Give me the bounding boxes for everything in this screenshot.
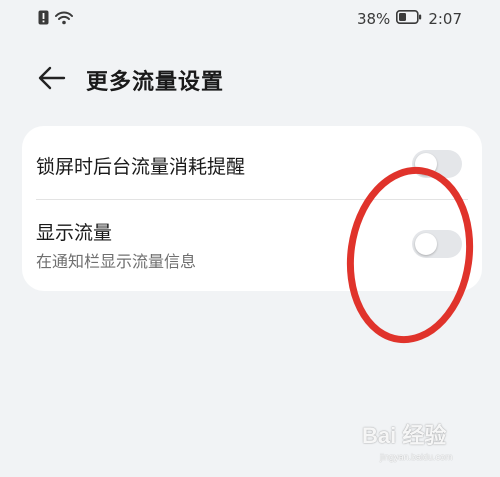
watermark-brand-text: Bai 经验 bbox=[362, 423, 447, 448]
header: 更多流量设置 bbox=[0, 56, 500, 104]
status-right: 38% 2:07 bbox=[357, 10, 462, 28]
toggle-knob bbox=[415, 233, 437, 255]
arrow-left-icon bbox=[38, 66, 66, 94]
battery-icon bbox=[396, 10, 422, 28]
lockscreen-usage-alert-toggle[interactable] bbox=[412, 150, 462, 178]
setting-row-show-data-usage[interactable]: 显示流量 在通知栏显示流量信息 bbox=[22, 200, 482, 291]
baidu-jingyan-watermark: Bai 经验 jingyan.baidu.com bbox=[362, 418, 482, 468]
setting-subtitle: 在通知栏显示流量信息 bbox=[36, 252, 197, 271]
sim-alert-icon bbox=[38, 10, 49, 29]
back-button[interactable] bbox=[32, 62, 72, 98]
status-bar: 38% 2:07 bbox=[0, 0, 500, 40]
status-time: 2:07 bbox=[428, 10, 462, 28]
setting-title: 显示流量 bbox=[36, 222, 113, 244]
battery-percent: 38% bbox=[356, 10, 391, 28]
watermark-brand: Bai 经验 bbox=[362, 418, 446, 450]
show-data-usage-toggle[interactable] bbox=[412, 230, 462, 258]
setting-title: 锁屏时后台流量消耗提醒 bbox=[36, 156, 246, 178]
wifi-icon bbox=[55, 10, 73, 29]
setting-row-lockscreen-usage-alert[interactable]: 锁屏时后台流量消耗提醒 bbox=[22, 126, 482, 200]
status-left bbox=[38, 10, 73, 29]
page-title: 更多流量设置 bbox=[86, 70, 225, 95]
toggle-knob bbox=[415, 153, 437, 175]
watermark-site: jingyan.baidu.com bbox=[380, 452, 453, 462]
settings-card: 锁屏时后台流量消耗提醒 显示流量 在通知栏显示流量信息 bbox=[22, 126, 482, 291]
